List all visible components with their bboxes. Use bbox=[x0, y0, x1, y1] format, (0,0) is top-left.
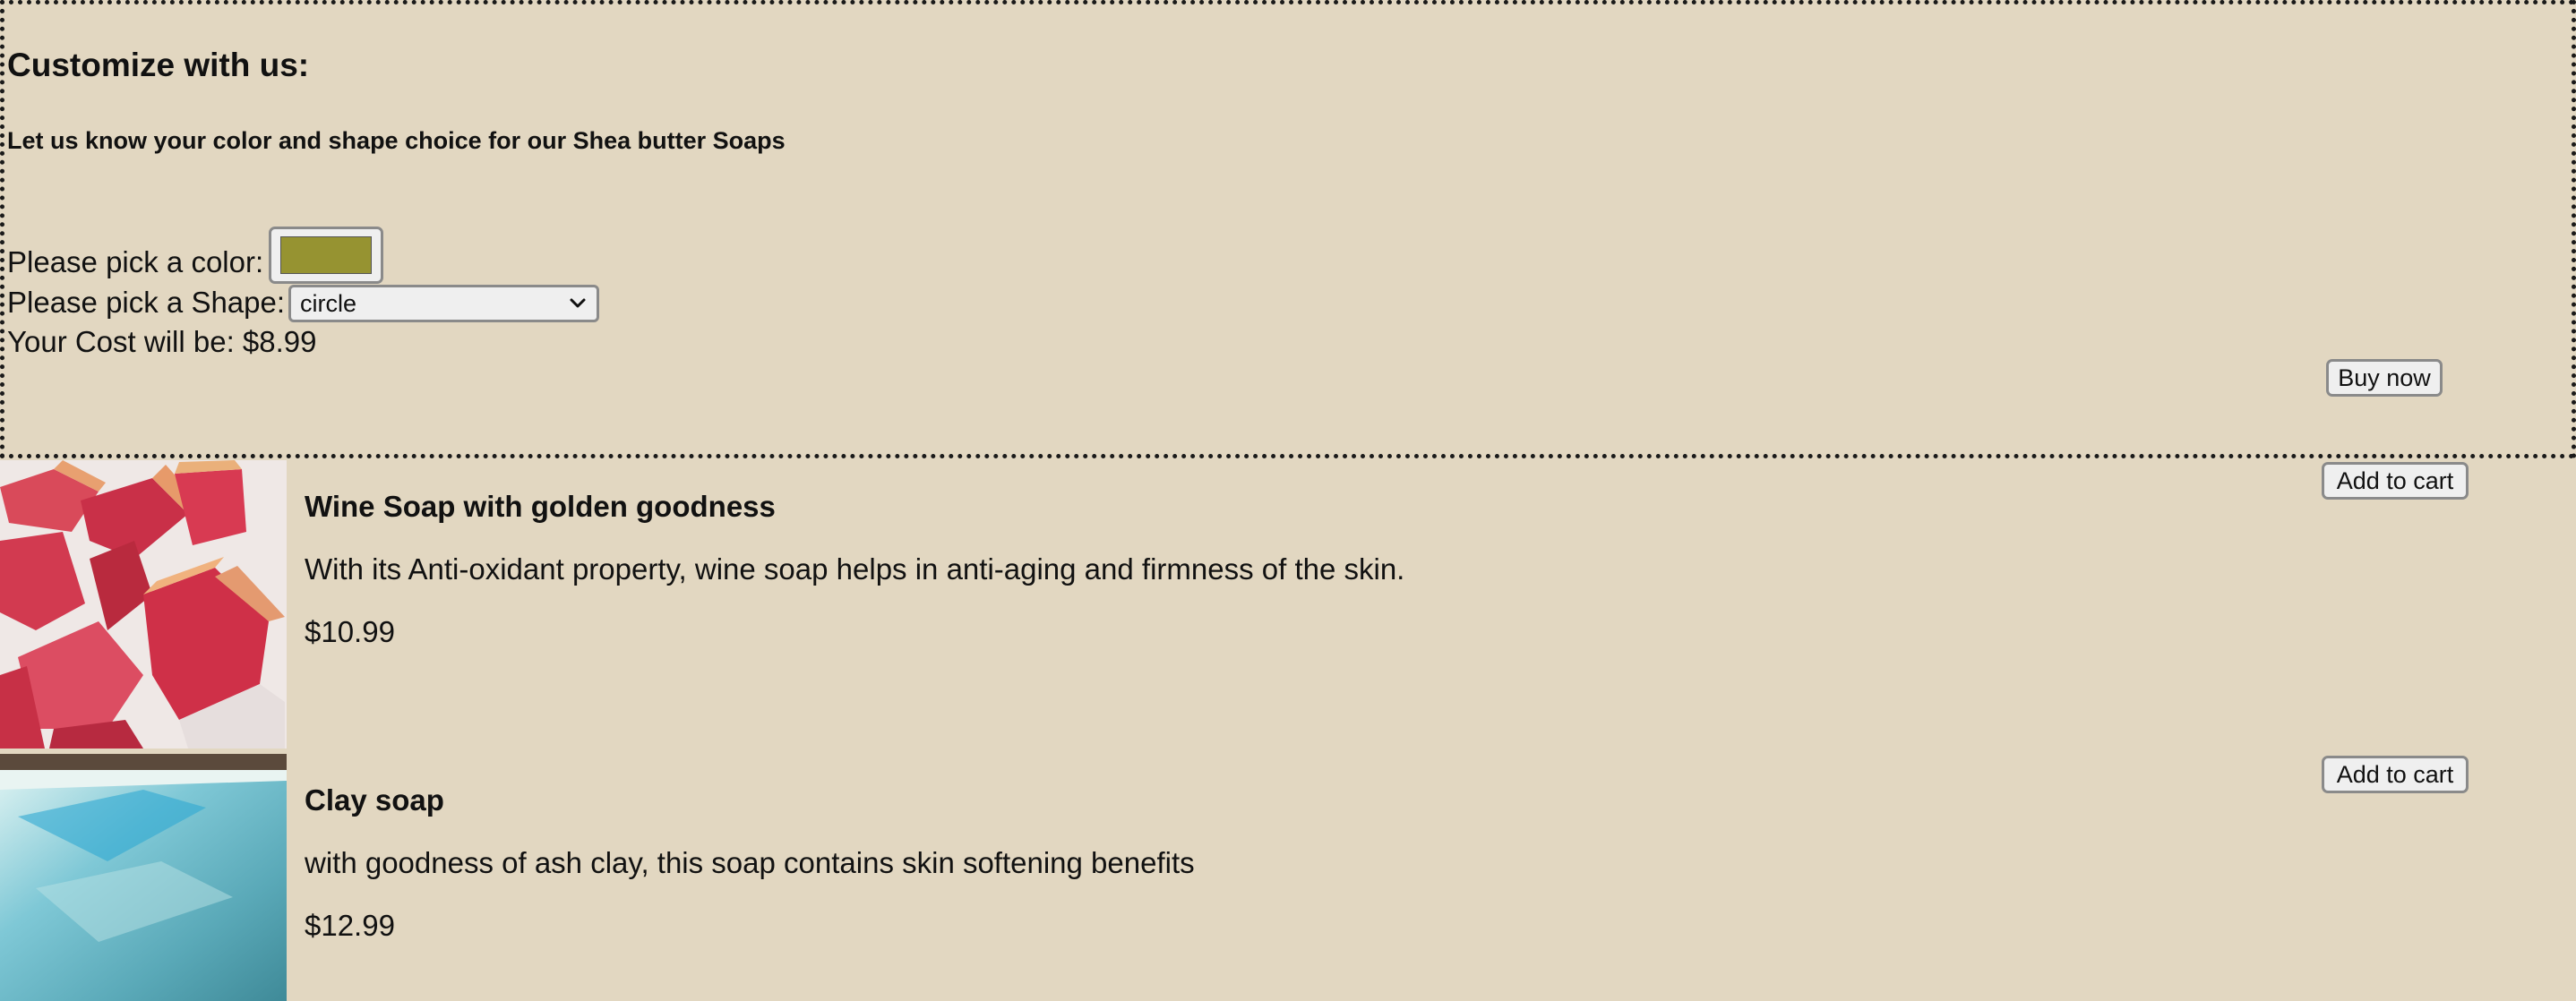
shape-select-value: circle bbox=[300, 290, 357, 317]
product-clay-soap: Clay soap with goodness of ash clay, thi… bbox=[0, 754, 2576, 1001]
customize-title: Customize with us: bbox=[7, 47, 310, 83]
product-price: $10.99 bbox=[305, 615, 395, 648]
product-name: Clay soap bbox=[305, 783, 444, 817]
add-to-cart-button[interactable]: Add to cart bbox=[2322, 756, 2469, 793]
product-description: with goodness of ash clay, this soap con… bbox=[305, 846, 1195, 879]
color-picker-input[interactable] bbox=[269, 227, 383, 284]
color-swatch-fill bbox=[280, 236, 372, 274]
product-description: With its Anti-oxidant property, wine soa… bbox=[305, 552, 1405, 586]
clay-soap-image bbox=[0, 754, 287, 1001]
add-to-cart-button[interactable]: Add to cart bbox=[2322, 462, 2469, 500]
customize-section: Customize with us: Let us know your colo… bbox=[0, 0, 2576, 458]
shape-select[interactable]: circle bbox=[288, 285, 599, 322]
product-wine-soap: Wine Soap with golden goodness With its … bbox=[0, 460, 2576, 749]
product-name: Wine Soap with golden goodness bbox=[305, 490, 776, 523]
buy-now-button[interactable]: Buy now bbox=[2326, 359, 2443, 397]
customize-subtitle: Let us know your color and shape choice … bbox=[7, 127, 786, 154]
product-price: $12.99 bbox=[305, 909, 395, 942]
shape-label: Please pick a Shape: bbox=[7, 286, 286, 319]
chevron-down-icon bbox=[568, 289, 588, 326]
wine-soap-image bbox=[0, 460, 287, 749]
cost-text: Your Cost will be: $8.99 bbox=[7, 325, 317, 358]
color-label: Please pick a color: bbox=[7, 245, 264, 278]
